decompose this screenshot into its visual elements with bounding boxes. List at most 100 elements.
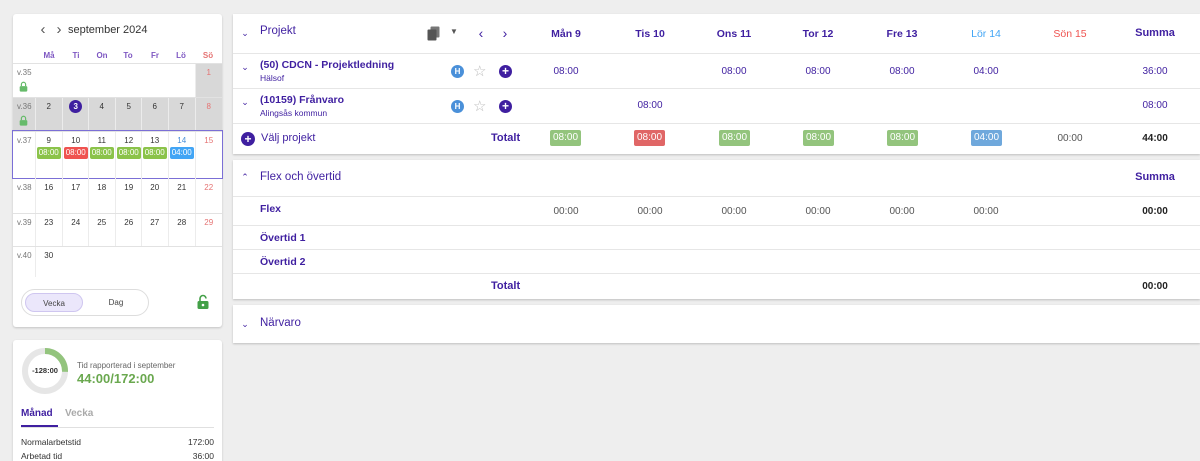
total-cell: 00:00 (1057, 133, 1083, 144)
choose-project-link[interactable]: Välj projekt (261, 132, 315, 144)
favorite-star-icon[interactable]: ☆ (473, 64, 486, 79)
calendar-day[interactable]: 20 (141, 179, 168, 214)
prev-month-icon[interactable]: ‹ (35, 22, 51, 38)
calendar-day[interactable]: 7 (168, 98, 195, 132)
expand-project-icon[interactable]: ⌄ (240, 97, 250, 107)
flex-total: 00:00 (1142, 281, 1168, 292)
time-cell[interactable]: 08:00 (536, 66, 596, 77)
projects-total-label: Totalt (491, 132, 521, 144)
calendar-day[interactable]: 27 (141, 214, 168, 247)
day-hours-chip: 08:00 (116, 147, 141, 159)
sum-header: Summa (1135, 27, 1175, 39)
add-entry-button[interactable]: + (499, 100, 512, 113)
day-number: 18 (97, 183, 107, 192)
calendar-day[interactable]: 19 (115, 179, 142, 214)
projects-header-row: ⌄ Projekt ▼ ‹ › Mån 9 Tis 10 Ons 11 Tor … (233, 14, 1200, 54)
calendar-day[interactable]: 2 (35, 98, 62, 132)
view-week-option[interactable]: Vecka (25, 293, 83, 312)
flex-cell: 00:00 (721, 206, 747, 217)
calendar-day[interactable]: 14 04:00 (168, 132, 195, 179)
calendar-day[interactable]: 23 (35, 214, 62, 247)
calendar-day[interactable]: 13 08:00 (141, 132, 168, 179)
calendar-week-row[interactable]: v.38 16 17 18 19 20 21 22 (13, 178, 222, 214)
time-cell[interactable]: 08:00 (788, 66, 848, 77)
calendar-day[interactable]: 18 (88, 179, 115, 214)
projects-total-row: + Välj projekt Totalt 08:00 08:00 08:00 … (233, 124, 1200, 154)
unlock-icon[interactable] (196, 294, 210, 310)
day-header: Ons 11 (716, 28, 752, 40)
calendar-day[interactable]: 22 (195, 179, 222, 214)
weekday-tue: Ti (72, 51, 80, 60)
view-day-option[interactable]: Dag (87, 293, 145, 312)
tab-month[interactable]: Månad (21, 408, 53, 419)
calendar-day[interactable]: 12 08:00 (115, 132, 142, 179)
add-entry-button[interactable]: + (499, 65, 512, 78)
tab-week[interactable]: Vecka (65, 408, 93, 419)
calendar-day[interactable]: 15 (195, 132, 222, 179)
calendar-day[interactable]: 21 (168, 179, 195, 214)
calendar-day[interactable]: 1 (195, 64, 222, 98)
week-number: v.39 (17, 218, 32, 227)
day-number: 28 (177, 218, 187, 227)
calendar-day (168, 247, 195, 277)
calendar-day[interactable]: 29 (195, 214, 222, 247)
time-cell[interactable]: 04:00 (956, 66, 1016, 77)
calendar-day[interactable]: 10 08:00 (62, 132, 89, 179)
expand-project-icon[interactable]: ⌄ (240, 62, 250, 72)
day-hours-chip: 08:00 (63, 147, 88, 159)
time-cell[interactable]: 08:00 (620, 100, 680, 111)
next-month-icon[interactable]: › (51, 22, 67, 38)
calendar-day[interactable]: 11 08:00 (88, 132, 115, 179)
day-number: 9 (46, 136, 51, 145)
day-number: 25 (97, 218, 107, 227)
calendar-week-row[interactable]: v.37 9 08:00 10 08:00 11 08:00 12 08:00 13 08:00 14… (12, 130, 223, 179)
calendar-week-row[interactable]: v.39 23 24 25 26 27 28 29 (13, 213, 222, 247)
presence-title: Närvaro (260, 317, 301, 329)
favorite-star-icon[interactable]: ☆ (473, 99, 486, 114)
calendar-day[interactable]: 26 (115, 214, 142, 247)
flex-sum: 00:00 (1142, 206, 1168, 217)
collapse-flex-icon[interactable]: ⌃ (240, 172, 250, 182)
calendar-day[interactable]: 6 (141, 98, 168, 132)
project-name[interactable]: (10159) Frånvaro (260, 94, 344, 106)
collapse-projects-icon[interactable]: ⌄ (240, 28, 250, 38)
calendar-week-row[interactable]: v.36 2 3 4 5 6 7 8 (13, 97, 222, 132)
calendar-day[interactable]: 4 (88, 98, 115, 132)
flex-cell: 00:00 (553, 206, 579, 217)
calendar-day[interactable]: 28 (168, 214, 195, 247)
prev-week-icon[interactable]: ‹ (476, 26, 486, 40)
weekday-mon: Må (43, 51, 55, 60)
day-header: Fre 13 (886, 28, 918, 40)
time-cell[interactable]: 08:00 (872, 66, 932, 77)
caret-down-icon[interactable]: ▼ (450, 27, 458, 36)
calendar-day[interactable]: 25 (88, 214, 115, 247)
flex-title: Flex och övertid (260, 171, 342, 183)
total-chip: 08:00 (634, 130, 665, 146)
project-name[interactable]: (50) CDCN - Projektledning (260, 59, 394, 71)
calendar-day[interactable]: 16 (35, 179, 62, 214)
calendar-week-row[interactable]: v.40 30 (13, 246, 222, 277)
copy-icon[interactable] (427, 26, 440, 41)
calendar-day[interactable]: 24 (62, 214, 89, 247)
calendar-header: ‹ › september 2024 (13, 14, 222, 46)
calendar-day[interactable]: 8 (195, 98, 222, 132)
calendar-day[interactable]: 30 (35, 247, 62, 277)
add-project-button[interactable]: + (241, 132, 255, 146)
flex-total-label: Totalt (491, 280, 521, 292)
flex-total-row: Totalt 00:00 (233, 274, 1200, 299)
day-number: 4 (99, 102, 104, 111)
calendar-day[interactable]: 5 (115, 98, 142, 132)
calendar-week-row[interactable]: v.35 1 (13, 63, 222, 98)
week-number: v.35 (17, 68, 32, 77)
calendar-day[interactable]: 3 (62, 98, 89, 132)
flex-row: Flex 00:00 00:00 00:00 00:00 00:00 00:00… (233, 197, 1200, 226)
expand-presence-icon[interactable]: ⌄ (240, 319, 250, 329)
next-week-icon[interactable]: › (500, 26, 510, 40)
calendar-day[interactable]: 17 (62, 179, 89, 214)
day-number: 14 (177, 136, 187, 145)
summary-row-label: Arbetad tid (21, 451, 63, 461)
calendar-day[interactable]: 9 08:00 (35, 132, 62, 179)
time-cell[interactable]: 08:00 (704, 66, 764, 77)
summary-card: -128:00 Tid rapporterad i september 44:0… (13, 340, 222, 461)
flex-sum-header: Summa (1135, 171, 1175, 183)
